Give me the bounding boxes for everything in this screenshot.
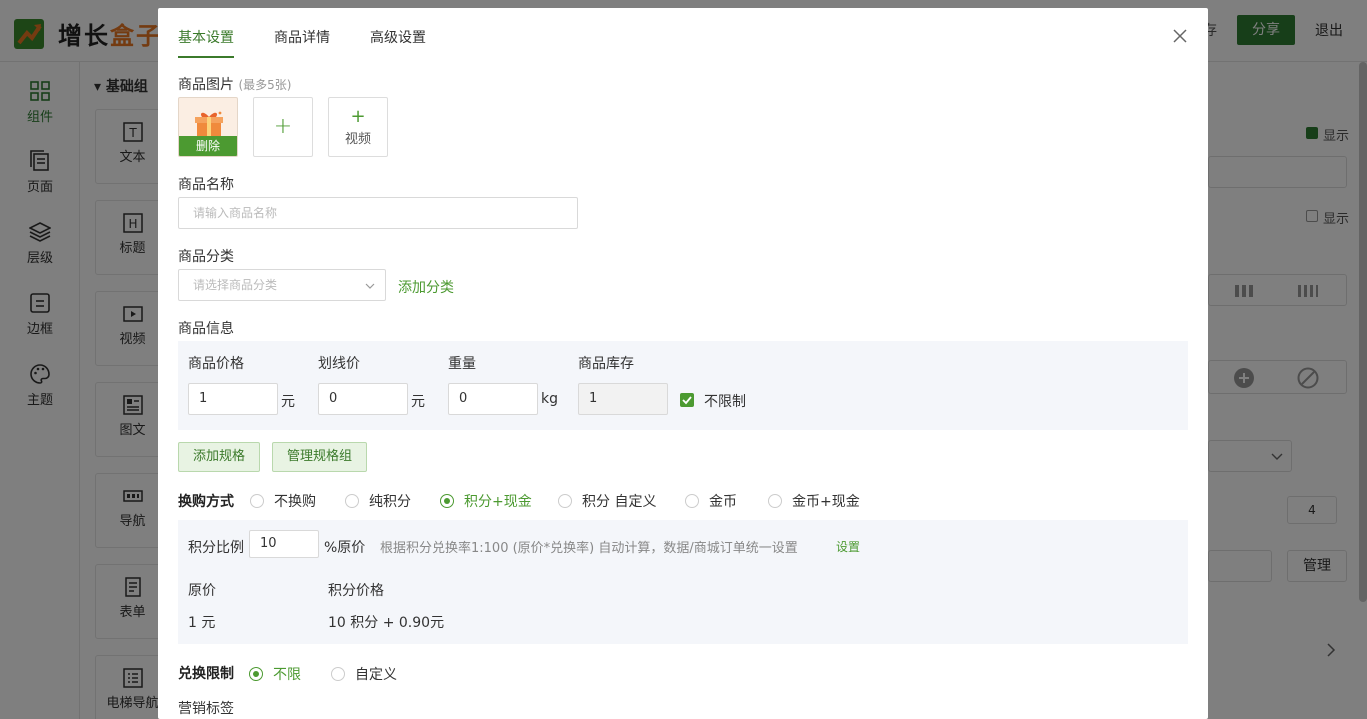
exchange-option-points-custom[interactable]: 积分 自定义 [558, 491, 656, 511]
add-video-label: 视频 [344, 132, 371, 147]
product-modal: 基本设置 商品详情 高级设置 商品图片 (最多5张) 删除 + + 视频 商品名… [158, 8, 1208, 719]
tab-advanced-settings[interactable]: 高级设置 [370, 8, 426, 64]
product-category-select[interactable]: 请选择商品分类 [178, 269, 386, 301]
close-icon[interactable] [1172, 28, 1188, 44]
chevron-down-icon [365, 283, 375, 289]
points-settings-box: 积分比例 10 %原价 根据积分兑换率1:100 (原价*兑换率) 自动计算，数… [178, 520, 1188, 644]
exchange-option-points-cash[interactable]: 积分+现金 [440, 491, 532, 511]
radio-selected-icon [249, 667, 263, 681]
unlimited-stock-label: 不限制 [704, 394, 746, 410]
points-ratio-input[interactable]: 10 [249, 530, 319, 558]
tab-product-details[interactable]: 商品详情 [274, 8, 330, 64]
add-video-button[interactable]: + 视频 [328, 97, 388, 157]
original-price-header: 原价 [188, 583, 216, 599]
plus-icon: + [350, 106, 366, 127]
product-images-label: 商品图片 (最多5张) [178, 77, 292, 93]
strike-price-input[interactable]: 0 [318, 383, 408, 415]
stock-input[interactable]: 1 [578, 383, 668, 415]
radio-icon [768, 494, 782, 508]
marketing-tag-label: 营销标签 [178, 701, 234, 717]
price-input[interactable]: 1 [188, 383, 278, 415]
gift-box-icon [195, 111, 223, 137]
limit-option-custom[interactable]: 自定义 [331, 664, 397, 684]
strike-price-label: 划线价 [318, 356, 360, 372]
product-image-thumb[interactable]: 删除 [178, 97, 238, 157]
modal-tabs: 基本设置 商品详情 高级设置 [178, 8, 466, 64]
weight-label: 重量 [448, 356, 476, 372]
price-unit: 元 [281, 394, 295, 410]
exchange-method-label: 换购方式 [178, 494, 234, 510]
exchange-option-coins[interactable]: 金币 [685, 491, 737, 511]
tab-basic-settings[interactable]: 基本设置 [178, 8, 234, 58]
radio-icon [685, 494, 699, 508]
product-info-box: 商品价格 划线价 重量 商品库存 1 元 0 元 0 kg 1 不限制 [178, 341, 1188, 430]
product-category-label: 商品分类 [178, 249, 234, 265]
manage-spec-group-button[interactable]: 管理规格组 [272, 442, 368, 472]
product-info-label: 商品信息 [178, 321, 234, 337]
points-settings-link[interactable]: 设置 [836, 538, 860, 555]
radio-icon [250, 494, 264, 508]
weight-input[interactable]: 0 [448, 383, 538, 415]
exchange-limit-label: 兑换限制 [178, 666, 234, 682]
add-category-link[interactable]: 添加分类 [398, 277, 454, 297]
points-ratio-hint: 根据积分兑换率1:100 (原价*兑换率) 自动计算，数据/商城订单统一设置 [380, 541, 798, 556]
exchange-option-points[interactable]: 纯积分 [345, 491, 411, 511]
delete-image-button[interactable]: 删除 [179, 136, 237, 156]
price-label: 商品价格 [188, 356, 244, 372]
original-price-value: 1 元 [188, 615, 216, 631]
points-price-header: 积分价格 [328, 583, 384, 599]
stock-label: 商品库存 [578, 356, 634, 372]
strike-price-unit: 元 [411, 394, 425, 410]
points-price-value: 10 积分 + 0.90元 [328, 615, 445, 631]
add-spec-button[interactable]: 添加规格 [178, 442, 261, 472]
radio-icon [331, 667, 345, 681]
product-name-input[interactable]: 请输入商品名称 [178, 197, 578, 229]
points-ratio-suffix: %原价 [324, 540, 366, 556]
plus-icon: + [273, 114, 293, 139]
exchange-option-coins-cash[interactable]: 金币+现金 [768, 491, 860, 511]
exchange-option-none[interactable]: 不换购 [250, 491, 316, 511]
add-image-button[interactable]: + [253, 97, 313, 157]
radio-selected-icon [440, 494, 454, 508]
radio-icon [558, 494, 572, 508]
points-ratio-label: 积分比例 [188, 540, 244, 556]
unlimited-stock-checkbox[interactable] [680, 393, 694, 407]
product-name-label: 商品名称 [178, 177, 234, 193]
radio-icon [345, 494, 359, 508]
weight-unit: kg [541, 391, 558, 407]
limit-option-unlimited[interactable]: 不限 [249, 664, 301, 684]
check-icon [682, 396, 692, 405]
